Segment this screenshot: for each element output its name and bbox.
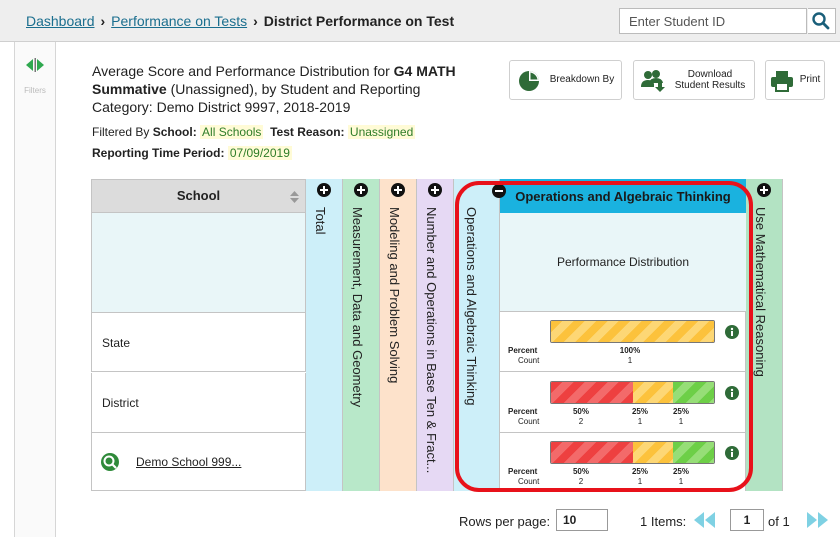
top-bar: Dashboard › Performance on Tests › District … [0, 0, 840, 42]
count-value: 1 [678, 417, 684, 426]
expand-plus-icon[interactable] [391, 183, 405, 197]
count-value: 1 [627, 356, 633, 365]
expanded-column-operations: Operations and Algebraic Thinking Perfor… [492, 179, 746, 493]
table-row-state: State [91, 312, 306, 372]
expand-collapse-arrows-icon [26, 58, 44, 72]
next-page-icon[interactable] [800, 509, 830, 531]
sort-icon[interactable] [290, 191, 299, 203]
bar-segment-y [632, 442, 674, 463]
filters-label: Filters [24, 86, 46, 95]
column-number-operations[interactable]: Number and Operations in Base Ten & Frac… [417, 179, 454, 491]
performance-distribution-header: Performance Distribution [500, 213, 746, 312]
expanded-column-header: Operations and Algebraic Thinking [492, 179, 746, 213]
rows-per-page-select[interactable]: 10 [556, 509, 608, 531]
breadcrumb: Dashboard › Performance on Tests › District … [26, 13, 454, 29]
distribution-bar [550, 381, 715, 404]
percent-value: 25% [672, 407, 689, 416]
breakdown-by-button[interactable]: Breakdown By [509, 60, 622, 100]
breadcrumb-chevron-icon: › [100, 13, 106, 29]
column-operations-algebraic[interactable]: Operations and Algebraic Thinking [454, 179, 500, 491]
results-table: School State District Demo School 999...… [91, 179, 784, 491]
count-label: Count [518, 477, 540, 486]
column-label: Modeling and Problem Solving [387, 207, 402, 384]
column-label: Total [313, 207, 328, 235]
expand-plus-icon[interactable] [354, 183, 368, 197]
student-id-input[interactable] [619, 8, 807, 34]
report-title: Average Score and Performance Distributi… [92, 63, 456, 115]
column-use-math-reasoning[interactable]: Use Mathematical Reasoning [746, 179, 783, 491]
distribution-bar [550, 320, 715, 343]
filter-summary: Filtered By School: All Schools Test Rea… [92, 125, 416, 160]
column-label: Operations and Algebraic Thinking [464, 207, 479, 406]
printer-icon [771, 71, 793, 92]
collapse-minus-icon[interactable] [492, 184, 506, 198]
percent-label: Percent [508, 407, 538, 416]
percent-value: 25% [631, 467, 648, 476]
breadcrumb-chevron-icon: › [253, 13, 258, 29]
count-value: 1 [637, 477, 643, 486]
distribution-row: Percent Count 50% 2 25% 1 25% 1 [500, 373, 746, 433]
breadcrumb-performance-link[interactable]: Performance on Tests [111, 13, 247, 29]
breadcrumb-dashboard-link[interactable]: Dashboard [26, 13, 95, 29]
reason-filter-value: Unassigned [347, 125, 416, 139]
percent-value: 50% [572, 467, 589, 476]
item-count: 1 Items: [640, 514, 687, 529]
info-icon[interactable] [725, 446, 739, 460]
bar-segment-r [551, 382, 633, 403]
period-value: 07/09/2019 [227, 146, 292, 160]
search-button[interactable] [808, 8, 836, 34]
info-icon[interactable] [725, 325, 739, 339]
count-value: 2 [578, 417, 584, 426]
filters-panel-toggle[interactable]: Filters [14, 42, 56, 537]
column-label: Use Mathematical Reasoning [753, 207, 768, 377]
count-value: 2 [578, 477, 584, 486]
breadcrumb-current: District Performance on Test [263, 13, 455, 29]
percent-label: Percent [508, 346, 538, 355]
percent-value: 25% [631, 407, 648, 416]
search-icon [812, 12, 830, 30]
expand-plus-icon[interactable] [317, 183, 331, 197]
column-total[interactable]: Total [306, 179, 343, 491]
column-label: Number and Operations in Base Ten & Frac… [424, 207, 439, 474]
download-users-icon [641, 70, 665, 92]
school-column-header[interactable]: School [91, 179, 306, 213]
distribution-row: Percent Count 50% 2 25% 1 25% 1 [500, 433, 746, 493]
bar-segment-r [551, 442, 633, 463]
distribution-row: Percent Count 100% 1 [500, 312, 746, 372]
percent-label: Percent [508, 467, 538, 476]
pie-chart-icon [519, 71, 539, 91]
info-icon[interactable] [725, 386, 739, 400]
page-total: of 1 [768, 514, 790, 529]
bar-segment-y [551, 321, 714, 342]
column-measurement[interactable]: Measurement, Data and Geometry [343, 179, 380, 491]
previous-page-icon[interactable] [692, 509, 722, 531]
print-button[interactable]: Print [765, 60, 825, 100]
bar-segment-y [632, 382, 674, 403]
distribution-bar [550, 441, 715, 464]
rows-per-page-label: Rows per page: [459, 514, 551, 529]
percent-value: 50% [572, 407, 589, 416]
school-filter-value: All Schools [200, 125, 264, 139]
percent-value: 25% [672, 467, 689, 476]
column-modeling[interactable]: Modeling and Problem Solving [380, 179, 417, 491]
expand-plus-icon[interactable] [757, 183, 771, 197]
magnifier-icon[interactable] [100, 452, 120, 472]
download-student-results-button[interactable]: Download Student Results [633, 60, 755, 100]
expand-plus-icon[interactable] [428, 183, 442, 197]
table-row-school: Demo School 999... [91, 432, 306, 491]
count-value: 1 [637, 417, 643, 426]
column-label: Measurement, Data and Geometry [350, 207, 365, 408]
page-number-input[interactable]: 1 [730, 509, 764, 531]
bar-segment-g [673, 442, 714, 463]
percent-value: 100% [619, 346, 641, 355]
school-link[interactable]: Demo School 999... [136, 455, 241, 469]
school-subheader [91, 213, 306, 312]
count-value: 1 [678, 477, 684, 486]
count-label: Count [518, 417, 540, 426]
table-row-district: District [91, 373, 306, 433]
bar-segment-g [673, 382, 714, 403]
count-label: Count [518, 356, 540, 365]
